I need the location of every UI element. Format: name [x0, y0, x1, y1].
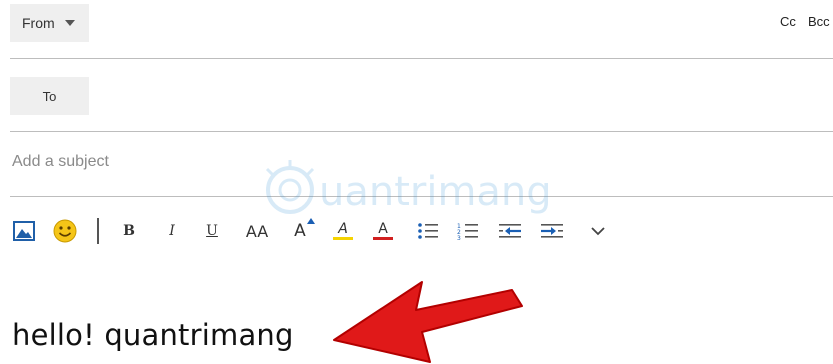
grow-font-label: A — [294, 221, 306, 241]
grow-font-button[interactable]: A — [289, 216, 315, 246]
divider — [10, 58, 833, 59]
from-label: From — [22, 15, 55, 31]
font-size-button[interactable]: AA — [242, 216, 272, 246]
underline-button[interactable]: U — [203, 216, 221, 246]
bold-label: B — [123, 223, 135, 239]
to-button[interactable]: To — [10, 77, 89, 115]
font-color-bar — [373, 237, 393, 240]
svg-text:uantrimang: uantrimang — [319, 169, 552, 215]
highlight-color-bar — [333, 237, 353, 240]
svg-text:3: 3 — [457, 235, 461, 240]
insert-picture-icon[interactable] — [12, 216, 36, 246]
underline-label: U — [206, 223, 218, 239]
to-label: To — [42, 88, 57, 104]
from-button[interactable]: From — [10, 4, 89, 42]
numbering-icon[interactable]: 1 2 3 — [456, 216, 480, 246]
increase-indent-icon[interactable] — [540, 216, 566, 246]
highlight-label: A — [338, 221, 348, 237]
emoji-icon[interactable] — [52, 216, 78, 246]
bullets-icon[interactable] — [416, 216, 440, 246]
bold-button[interactable]: B — [120, 216, 138, 246]
decrease-indent-icon[interactable] — [498, 216, 524, 246]
caret-up-icon — [307, 218, 315, 224]
italic-button[interactable]: I — [163, 216, 181, 246]
message-body[interactable]: hello! quantrimang — [12, 318, 294, 352]
highlight-button[interactable]: A — [332, 216, 354, 246]
font-size-label: AA — [245, 221, 269, 241]
bcc-link[interactable]: Bcc — [808, 14, 830, 29]
divider — [10, 131, 833, 132]
italic-label: I — [169, 223, 175, 239]
toolbar-separator — [97, 218, 99, 244]
red-arrow-annotation — [333, 281, 523, 363]
font-color-label: A — [378, 221, 388, 237]
more-options-chevron-icon[interactable] — [588, 216, 608, 246]
watermark-logo: uantrimang — [265, 160, 552, 215]
font-color-button[interactable]: A — [372, 216, 394, 246]
cc-link[interactable]: Cc — [780, 14, 796, 29]
caret-down-icon — [64, 20, 75, 26]
